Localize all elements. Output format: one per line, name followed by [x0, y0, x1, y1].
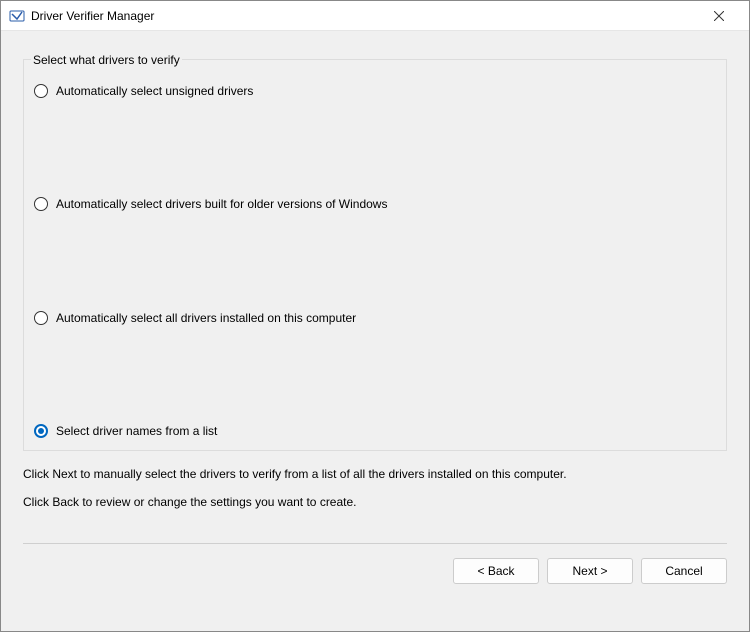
radio-label: Automatically select drivers built for o…: [56, 197, 387, 211]
description-line-2: Click Back to review or change the setti…: [23, 493, 727, 511]
group-label: Select what drivers to verify: [31, 53, 182, 67]
app-icon: [9, 8, 25, 24]
back-button[interactable]: < Back: [453, 558, 539, 584]
description-text: Click Next to manually select the driver…: [23, 465, 727, 521]
next-button[interactable]: Next >: [547, 558, 633, 584]
close-button[interactable]: [696, 2, 741, 30]
titlebar: Driver Verifier Manager: [1, 1, 749, 31]
radio-label: Automatically select all drivers install…: [56, 311, 356, 325]
driver-select-group: Automatically select unsigned drivers Au…: [23, 59, 727, 451]
content-area: Select what drivers to verify Automatica…: [1, 31, 749, 631]
radio-option-all-installed[interactable]: Automatically select all drivers install…: [34, 309, 716, 327]
cancel-button[interactable]: Cancel: [641, 558, 727, 584]
radio-label: Automatically select unsigned drivers: [56, 84, 253, 98]
radio-icon: [34, 84, 48, 98]
radio-label: Select driver names from a list: [56, 424, 217, 438]
radio-icon: [34, 197, 48, 211]
window-title: Driver Verifier Manager: [31, 9, 696, 23]
radio-icon: [34, 424, 48, 438]
driver-verifier-window: Driver Verifier Manager Select what driv…: [0, 0, 750, 632]
description-line-1: Click Next to manually select the driver…: [23, 465, 727, 483]
radio-option-from-list[interactable]: Select driver names from a list: [34, 422, 716, 440]
close-icon: [714, 11, 724, 21]
radio-option-older-windows[interactable]: Automatically select drivers built for o…: [34, 195, 716, 213]
button-bar: < Back Next > Cancel: [23, 544, 727, 600]
radio-icon: [34, 311, 48, 325]
radio-option-unsigned[interactable]: Automatically select unsigned drivers: [34, 82, 716, 100]
